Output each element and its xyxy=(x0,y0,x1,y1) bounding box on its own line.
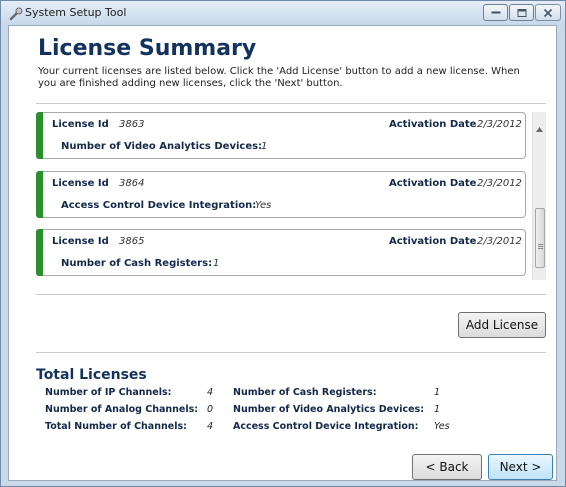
total-video-analytics-value: 1 xyxy=(434,404,441,415)
maximize-button[interactable] xyxy=(509,4,534,21)
activation-date-label: Activation Date xyxy=(389,236,477,247)
scroll-down-icon[interactable] xyxy=(536,270,543,280)
license-feature-label: Number of Video Analytics Devices: xyxy=(61,141,263,152)
total-ip-channels-value: 4 xyxy=(207,387,214,398)
activation-date-value: 2/3/2012 xyxy=(477,178,522,189)
license-feature-value: 1 xyxy=(213,258,220,269)
grip-icon xyxy=(538,235,543,254)
total-channels-value: 4 xyxy=(207,421,214,432)
wizard-page: License Summary Your current licenses ar… xyxy=(8,25,557,481)
license-id-value: 3865 xyxy=(119,236,145,247)
total-video-analytics-label: Number of Video Analytics Devices: xyxy=(233,404,425,415)
total-licenses-heading: Total Licenses xyxy=(36,367,147,383)
minimize-button[interactable] xyxy=(483,4,508,21)
total-cash-registers-value: 1 xyxy=(434,387,441,398)
license-id-label: License Id xyxy=(52,236,109,247)
add-license-button[interactable]: Add License xyxy=(458,312,546,338)
activation-date-value: 2/3/2012 xyxy=(477,119,522,130)
total-analog-channels-label: Number of Analog Channels: xyxy=(45,404,199,415)
total-channels-label: Total Number of Channels: xyxy=(45,421,187,432)
license-id-label: License Id xyxy=(52,119,109,130)
intro-text: Your current licenses are listed below. … xyxy=(38,66,520,89)
activation-date-label: Activation Date xyxy=(389,119,477,130)
tool-icon xyxy=(9,6,23,21)
back-button[interactable]: < Back xyxy=(412,454,482,480)
total-ip-channels-label: Number of IP Channels: xyxy=(45,387,172,398)
title-bar[interactable]: System Setup Tool xyxy=(1,1,565,25)
license-status-bar xyxy=(36,112,43,159)
license-list[interactable]: License Id 3863 Activation Date 2/3/2012… xyxy=(36,112,546,280)
close-button[interactable] xyxy=(535,4,561,21)
total-access-control-value: Yes xyxy=(434,421,450,432)
license-list-scrollbar[interactable] xyxy=(532,112,546,280)
window-title: System Setup Tool xyxy=(25,6,127,19)
license-id-value: 3864 xyxy=(119,178,145,189)
total-analog-channels-value: 0 xyxy=(207,404,214,415)
license-status-bar xyxy=(36,229,43,276)
license-card[interactable]: License Id 3864 Activation Date 2/3/2012… xyxy=(36,171,526,218)
activation-date-label: Activation Date xyxy=(389,178,477,189)
license-card[interactable]: License Id 3863 Activation Date 2/3/2012… xyxy=(36,112,526,159)
page-title: License Summary xyxy=(38,36,257,61)
license-feature-label: Access Control Device Integration: xyxy=(61,200,257,211)
license-feature-label: Number of Cash Registers: xyxy=(61,258,213,269)
activation-date-value: 2/3/2012 xyxy=(477,236,522,247)
license-feature-value: Yes xyxy=(255,200,272,211)
license-card[interactable]: License Id 3865 Activation Date 2/3/2012… xyxy=(36,229,526,276)
divider xyxy=(36,294,546,295)
divider xyxy=(36,352,546,353)
scrollbar-thumb[interactable] xyxy=(535,208,545,268)
scroll-up-icon[interactable] xyxy=(536,117,543,136)
divider xyxy=(36,103,546,104)
license-feature-value: 1 xyxy=(261,141,268,152)
total-access-control-label: Access Control Device Integration: xyxy=(233,421,419,432)
license-id-value: 3863 xyxy=(119,119,145,130)
license-status-bar xyxy=(36,171,43,218)
license-id-label: License Id xyxy=(52,178,109,189)
system-setup-window: System Setup Tool License Summary Your c… xyxy=(0,0,566,487)
next-button[interactable]: Next > xyxy=(488,454,553,480)
total-cash-registers-label: Number of Cash Registers: xyxy=(233,387,377,398)
